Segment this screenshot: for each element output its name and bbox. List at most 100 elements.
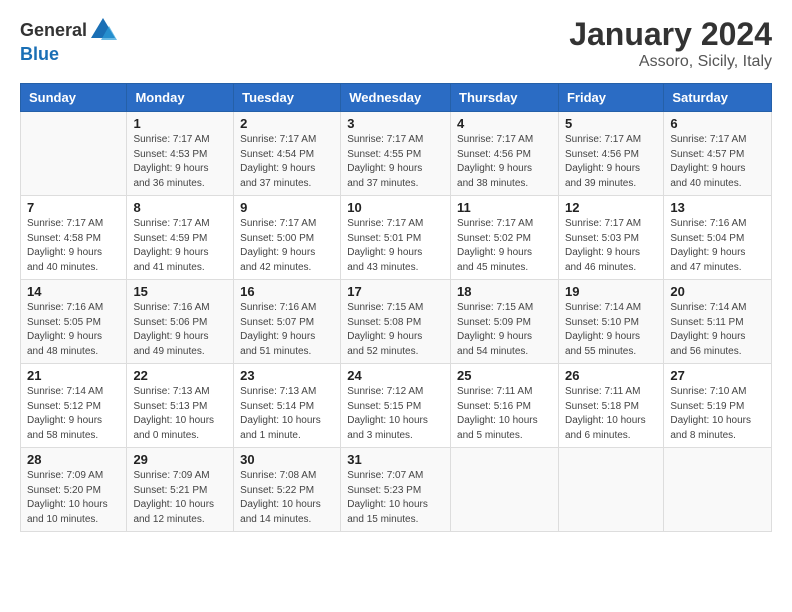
calendar-cell: 30Sunrise: 7:08 AM Sunset: 5:22 PM Dayli…	[234, 448, 341, 532]
logo-icon	[89, 16, 117, 44]
day-info: Sunrise: 7:08 AM Sunset: 5:22 PM Dayligh…	[240, 469, 334, 527]
day-number: 26	[565, 368, 657, 383]
day-header-saturday: Saturday	[664, 84, 772, 112]
day-number: 23	[240, 368, 334, 383]
calendar-cell: 25Sunrise: 7:11 AM Sunset: 5:16 PM Dayli…	[451, 364, 559, 448]
day-info: Sunrise: 7:17 AM Sunset: 5:00 PM Dayligh…	[240, 217, 334, 275]
day-number: 14	[27, 284, 120, 299]
calendar-cell: 15 Sunrise: 7:16 AM Sunset: 5:06 PM Dayli…	[127, 280, 234, 364]
calendar-week-row: 28 Sunrise: 7:09 AM Sunset: 5:20 PM Dayli…	[21, 448, 772, 532]
day-number: 2	[240, 116, 334, 131]
calendar-cell: 27 Sunrise: 7:10 AM Sunset: 5:19 PM Dayli…	[664, 364, 772, 448]
day-header-friday: Friday	[558, 84, 663, 112]
calendar-cell: 13 Sunrise: 7:16 AM Sunset: 5:04 PM Dayli…	[664, 196, 772, 280]
calendar-cell: 11Sunrise: 7:17 AM Sunset: 5:02 PM Dayli…	[451, 196, 559, 280]
day-number: 19	[565, 284, 657, 299]
day-number: 31	[347, 452, 444, 467]
calendar-week-row: 7 Sunrise: 7:17 AM Sunset: 4:58 PM Daylig…	[21, 196, 772, 280]
day-number: 21	[27, 368, 120, 383]
calendar-cell: 1Sunrise: 7:17 AM Sunset: 4:53 PM Daylig…	[127, 112, 234, 196]
calendar-cell: 21 Sunrise: 7:14 AM Sunset: 5:12 PM Dayli…	[21, 364, 127, 448]
day-number: 16	[240, 284, 334, 299]
day-info: Sunrise: 7:07 AM Sunset: 5:23 PM Dayligh…	[347, 469, 444, 527]
day-number: 15	[133, 284, 227, 299]
day-number: 1	[133, 116, 227, 131]
day-header-tuesday: Tuesday	[234, 84, 341, 112]
calendar-cell: 8Sunrise: 7:17 AM Sunset: 4:59 PM Daylig…	[127, 196, 234, 280]
calendar-table: SundayMondayTuesdayWednesdayThursdayFrid…	[20, 83, 772, 532]
calendar-cell: 24 Sunrise: 7:12 AM Sunset: 5:15 PM Dayli…	[341, 364, 451, 448]
day-number: 5	[565, 116, 657, 131]
calendar-cell: 20Sunrise: 7:14 AM Sunset: 5:11 PM Dayli…	[664, 280, 772, 364]
title-block: January 2024 Assoro, Sicily, Italy	[569, 16, 772, 71]
calendar-cell	[451, 448, 559, 532]
day-info: Sunrise: 7:09 AM Sunset: 5:20 PM Dayligh…	[27, 469, 120, 527]
day-info: Sunrise: 7:17 AM Sunset: 4:56 PM Dayligh…	[565, 133, 657, 191]
calendar-week-row: 14Sunrise: 7:16 AM Sunset: 5:05 PM Dayli…	[21, 280, 772, 364]
calendar-cell: 17 Sunrise: 7:15 AM Sunset: 5:08 PM Dayli…	[341, 280, 451, 364]
day-number: 7	[27, 200, 120, 215]
day-number: 3	[347, 116, 444, 131]
day-info: Sunrise: 7:15 AM Sunset: 5:09 PM Dayligh…	[457, 301, 552, 359]
calendar-cell: 14Sunrise: 7:16 AM Sunset: 5:05 PM Dayli…	[21, 280, 127, 364]
day-number: 25	[457, 368, 552, 383]
month-title: January 2024	[569, 16, 772, 53]
day-info: Sunrise: 7:09 AM Sunset: 5:21 PM Dayligh…	[133, 469, 227, 527]
day-number: 18	[457, 284, 552, 299]
day-info: Sunrise: 7:17 AM Sunset: 5:03 PM Dayligh…	[565, 217, 657, 275]
calendar-cell: 9Sunrise: 7:17 AM Sunset: 5:00 PM Daylig…	[234, 196, 341, 280]
day-number: 11	[457, 200, 552, 215]
day-number: 24	[347, 368, 444, 383]
day-number: 20	[670, 284, 765, 299]
day-number: 22	[133, 368, 227, 383]
calendar-cell: 16 Sunrise: 7:16 AM Sunset: 5:07 PM Dayli…	[234, 280, 341, 364]
day-number: 29	[133, 452, 227, 467]
day-header-sunday: Sunday	[21, 84, 127, 112]
day-info: Sunrise: 7:17 AM Sunset: 4:54 PM Dayligh…	[240, 133, 334, 191]
calendar-cell: 19 Sunrise: 7:14 AM Sunset: 5:10 PM Dayli…	[558, 280, 663, 364]
calendar-cell: 23 Sunrise: 7:13 AM Sunset: 5:14 PM Dayli…	[234, 364, 341, 448]
calendar-cell	[558, 448, 663, 532]
day-number: 28	[27, 452, 120, 467]
day-info: Sunrise: 7:14 AM Sunset: 5:10 PM Dayligh…	[565, 301, 657, 359]
calendar-cell	[21, 112, 127, 196]
calendar-week-row: 1Sunrise: 7:17 AM Sunset: 4:53 PM Daylig…	[21, 112, 772, 196]
day-info: Sunrise: 7:17 AM Sunset: 4:55 PM Dayligh…	[347, 133, 444, 191]
day-number: 6	[670, 116, 765, 131]
header: General Blue January 2024 Assoro, Sicily…	[20, 16, 772, 71]
day-info: Sunrise: 7:13 AM Sunset: 5:14 PM Dayligh…	[240, 385, 334, 443]
location-title: Assoro, Sicily, Italy	[569, 53, 772, 71]
day-number: 17	[347, 284, 444, 299]
calendar-cell: 5 Sunrise: 7:17 AM Sunset: 4:56 PM Daylig…	[558, 112, 663, 196]
day-header-monday: Monday	[127, 84, 234, 112]
calendar-week-row: 21 Sunrise: 7:14 AM Sunset: 5:12 PM Dayli…	[21, 364, 772, 448]
logo-blue-text: Blue	[20, 44, 59, 65]
calendar-cell: 10Sunrise: 7:17 AM Sunset: 5:01 PM Dayli…	[341, 196, 451, 280]
day-number: 13	[670, 200, 765, 215]
day-info: Sunrise: 7:15 AM Sunset: 5:08 PM Dayligh…	[347, 301, 444, 359]
day-info: Sunrise: 7:13 AM Sunset: 5:13 PM Dayligh…	[133, 385, 227, 443]
day-info: Sunrise: 7:17 AM Sunset: 4:59 PM Dayligh…	[133, 217, 227, 275]
day-info: Sunrise: 7:14 AM Sunset: 5:12 PM Dayligh…	[27, 385, 120, 443]
day-info: Sunrise: 7:12 AM Sunset: 5:15 PM Dayligh…	[347, 385, 444, 443]
day-number: 27	[670, 368, 765, 383]
logo: General Blue	[20, 16, 117, 65]
calendar-cell: 7 Sunrise: 7:17 AM Sunset: 4:58 PM Daylig…	[21, 196, 127, 280]
day-info: Sunrise: 7:16 AM Sunset: 5:04 PM Dayligh…	[670, 217, 765, 275]
day-info: Sunrise: 7:11 AM Sunset: 5:18 PM Dayligh…	[565, 385, 657, 443]
calendar-cell: 28 Sunrise: 7:09 AM Sunset: 5:20 PM Dayli…	[21, 448, 127, 532]
calendar-cell: 4Sunrise: 7:17 AM Sunset: 4:56 PM Daylig…	[451, 112, 559, 196]
calendar-cell: 18 Sunrise: 7:15 AM Sunset: 5:09 PM Dayli…	[451, 280, 559, 364]
day-info: Sunrise: 7:17 AM Sunset: 4:58 PM Dayligh…	[27, 217, 120, 275]
calendar-cell: 6 Sunrise: 7:17 AM Sunset: 4:57 PM Daylig…	[664, 112, 772, 196]
calendar-cell: 2 Sunrise: 7:17 AM Sunset: 4:54 PM Daylig…	[234, 112, 341, 196]
calendar-cell: 12Sunrise: 7:17 AM Sunset: 5:03 PM Dayli…	[558, 196, 663, 280]
day-info: Sunrise: 7:16 AM Sunset: 5:06 PM Dayligh…	[133, 301, 227, 359]
day-info: Sunrise: 7:16 AM Sunset: 5:07 PM Dayligh…	[240, 301, 334, 359]
page: General Blue January 2024 Assoro, Sicily…	[0, 0, 792, 548]
day-header-thursday: Thursday	[451, 84, 559, 112]
day-info: Sunrise: 7:10 AM Sunset: 5:19 PM Dayligh…	[670, 385, 765, 443]
day-info: Sunrise: 7:17 AM Sunset: 4:57 PM Dayligh…	[670, 133, 765, 191]
day-info: Sunrise: 7:17 AM Sunset: 4:56 PM Dayligh…	[457, 133, 552, 191]
day-header-wednesday: Wednesday	[341, 84, 451, 112]
